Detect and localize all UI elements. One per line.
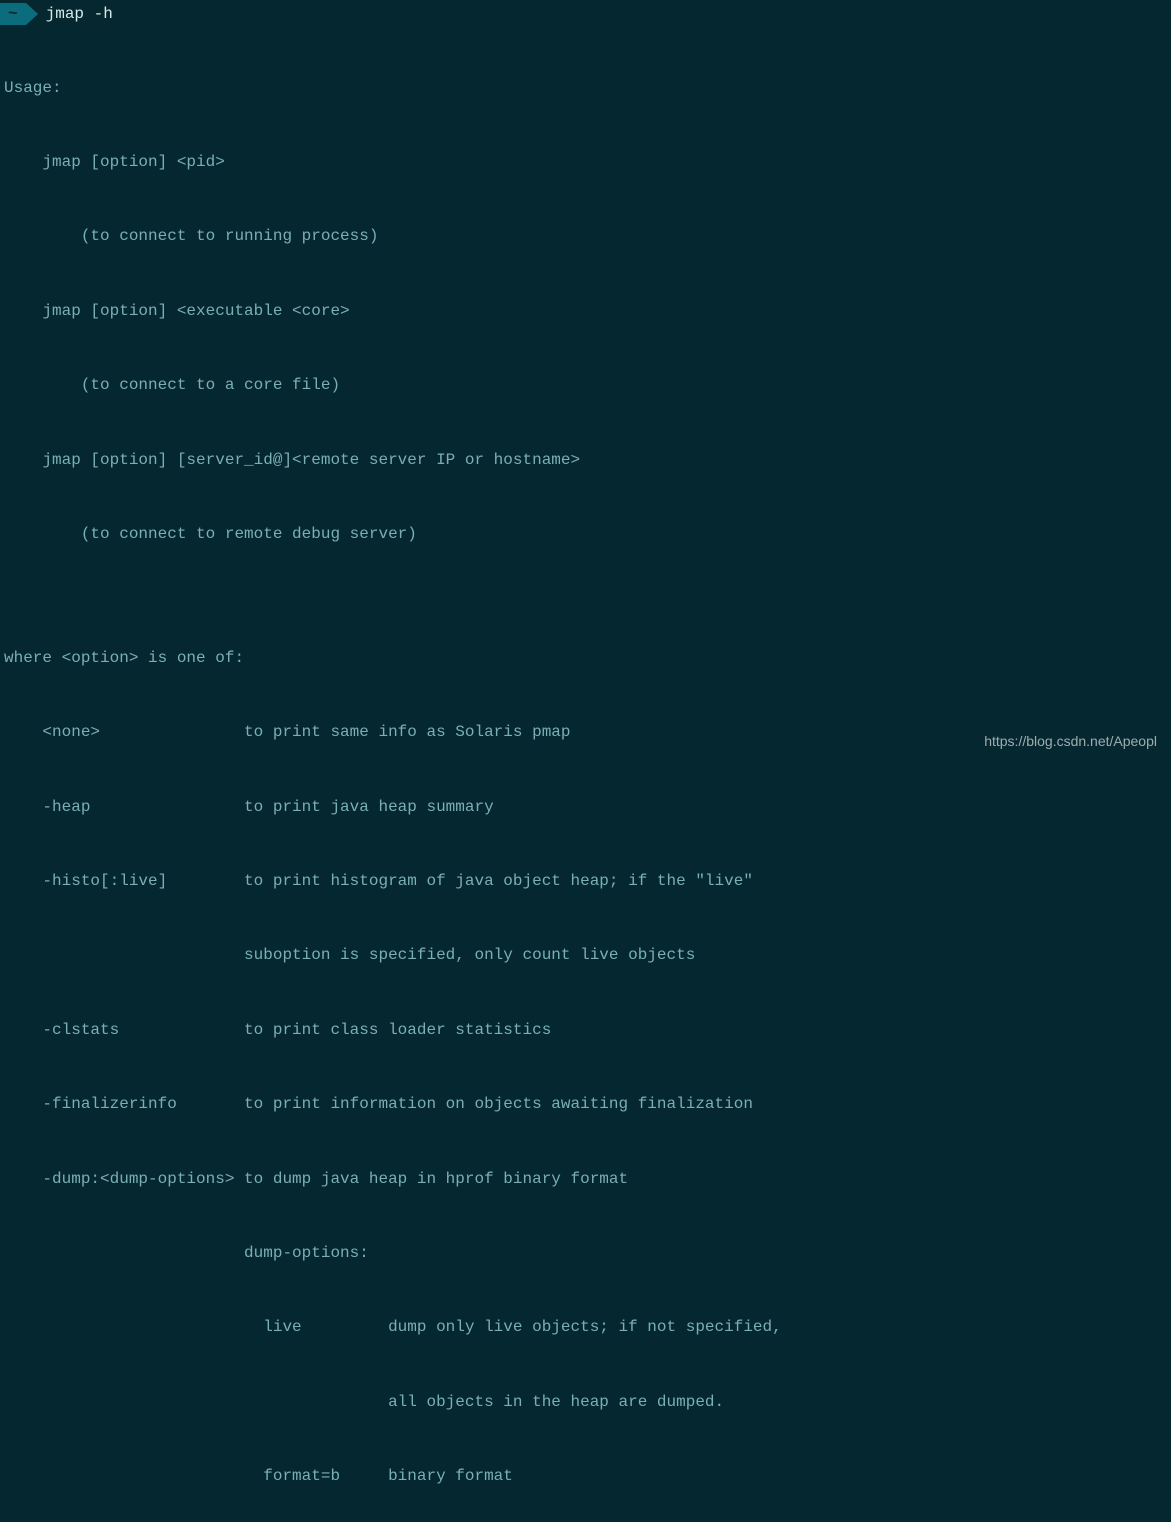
output-line: all objects in the heap are dumped. — [4, 1390, 1171, 1415]
prompt-arrow-icon — [26, 3, 38, 25]
output-line: dump-options: — [4, 1241, 1171, 1266]
output-line: -dump:<dump-options> to dump java heap i… — [4, 1167, 1171, 1192]
prompt-line-1: ~ jmap -h — [0, 2, 1171, 26]
output-line: format=b binary format — [4, 1464, 1171, 1489]
output-line: (to connect to a core file) — [4, 373, 1171, 398]
output-line: jmap [option] [server_id@]<remote server… — [4, 448, 1171, 473]
output-line: (to connect to remote debug server) — [4, 522, 1171, 547]
watermark-text: https://blog.csdn.net/Apeopl — [984, 731, 1157, 753]
output-line: -histo[:live] to print histogram of java… — [4, 869, 1171, 894]
terminal-output: Usage: jmap [option] <pid> (to connect t… — [0, 26, 1171, 1522]
output-line: -heap to print java heap summary — [4, 795, 1171, 820]
output-line: suboption is specified, only count live … — [4, 943, 1171, 968]
output-line: -clstats to print class loader statistic… — [4, 1018, 1171, 1043]
command-text: jmap -h — [46, 2, 113, 27]
output-line: where <option> is one of: — [4, 646, 1171, 671]
output-line: jmap [option] <pid> — [4, 150, 1171, 175]
output-line: Usage: — [4, 76, 1171, 101]
output-line: (to connect to running process) — [4, 224, 1171, 249]
prompt-badge: ~ — [0, 3, 26, 25]
output-line: live dump only live objects; if not spec… — [4, 1315, 1171, 1340]
output-line: jmap [option] <executable <core> — [4, 299, 1171, 324]
output-line: -finalizerinfo to print information on o… — [4, 1092, 1171, 1117]
